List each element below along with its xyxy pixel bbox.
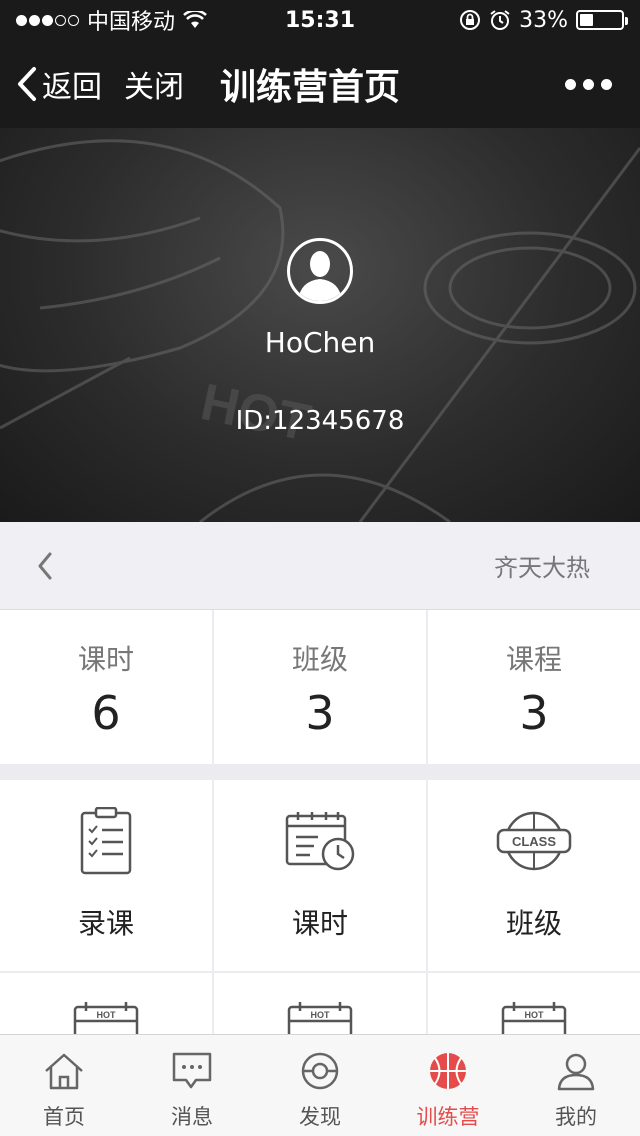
battery-fill — [580, 14, 594, 26]
signal-icon — [16, 14, 79, 26]
profile-header: HOT HoChen ID:12345678 — [0, 128, 640, 522]
message-icon — [172, 1052, 212, 1089]
user-silhouette-icon — [298, 251, 342, 301]
court-background: HOT — [0, 139, 640, 522]
battery-icon — [576, 10, 628, 30]
home-icon — [45, 1053, 83, 1090]
grid-item-hot-2[interactable]: HOT — [214, 973, 426, 1043]
stats-row: 课时 6 班级 3 课程 3 — [0, 610, 640, 764]
user-icon — [557, 1053, 595, 1091]
grid-item-lessons[interactable]: 课时 — [214, 780, 426, 971]
grid-item-label: 录课 — [77, 907, 134, 940]
page-title: 训练营首页 — [220, 67, 401, 108]
more-button[interactable] — [565, 78, 624, 90]
wifi-icon — [183, 11, 207, 28]
status-bar: 中国移动 15:31 33% — [0, 0, 640, 40]
battery-percent: 33% — [519, 7, 568, 33]
grid-item-classes[interactable]: CLASS 班级 — [428, 780, 640, 971]
stat-value: 3 — [519, 686, 549, 740]
stat-lessons[interactable]: 课时 6 — [0, 610, 214, 764]
status-left: 中国移动 — [16, 4, 207, 36]
hot-badge-text: HOT — [97, 1010, 117, 1020]
tab-me[interactable]: 我的 — [512, 1035, 640, 1136]
stat-value: 3 — [305, 686, 335, 740]
tab-label: 消息 — [171, 1105, 213, 1129]
clipboard-checklist-icon — [80, 807, 132, 875]
tab-label: 首页 — [43, 1105, 85, 1129]
nav-bar: 返回 关闭 训练营首页 — [0, 40, 640, 128]
feature-grid: 录课 课时 CLASS 班级 HOT HOT HOT — [0, 780, 640, 1043]
profile-name: HoChen — [264, 326, 376, 359]
avatar[interactable] — [287, 238, 353, 304]
close-button[interactable]: 关闭 — [124, 62, 184, 106]
carrier-label: 中国移动 — [87, 10, 176, 35]
tab-label: 我的 — [555, 1105, 597, 1129]
hot-badge-text: HOT — [311, 1010, 331, 1020]
grid-item-hot-1[interactable]: HOT — [0, 973, 212, 1043]
back-label: 返回 — [42, 70, 102, 105]
camp-switcher-bar: 齐天大热 — [0, 522, 640, 610]
status-right: 33% — [459, 7, 628, 33]
tab-training-camp[interactable]: 训练营 — [384, 1035, 512, 1136]
chevron-left-icon — [18, 67, 36, 101]
chevron-left-icon[interactable] — [36, 552, 54, 580]
back-button[interactable]: 返回 — [16, 62, 102, 106]
stat-classes[interactable]: 班级 3 — [214, 610, 428, 764]
class-basketball-icon: CLASS — [496, 811, 572, 871]
tab-messages[interactable]: 消息 — [128, 1035, 256, 1136]
discover-icon — [301, 1052, 339, 1090]
class-badge-text: CLASS — [512, 834, 556, 849]
stat-value: 6 — [91, 686, 121, 740]
basketball-icon — [430, 1053, 466, 1089]
hot-badge-text: HOT — [525, 1010, 545, 1020]
tab-bar: 首页 消息 发现 训练营 我的 — [0, 1034, 640, 1136]
grid-item-record-lesson[interactable]: 录课 — [0, 780, 212, 971]
rotation-lock-icon — [460, 10, 481, 30]
tab-discover[interactable]: 发现 — [256, 1035, 384, 1136]
stat-label: 班级 — [291, 643, 348, 676]
grid-item-label: 班级 — [505, 907, 562, 940]
grid-item-label: 课时 — [291, 907, 348, 940]
calendar-clock-icon — [285, 812, 355, 871]
camp-name[interactable]: 齐天大热 — [494, 548, 604, 583]
tab-home[interactable]: 首页 — [0, 1035, 128, 1136]
tab-label: 发现 — [299, 1105, 341, 1129]
stat-label: 课时 — [77, 643, 134, 676]
alarm-icon — [490, 10, 510, 30]
profile-id: ID:12345678 — [235, 406, 405, 436]
stat-label: 课程 — [505, 643, 562, 676]
tab-label: 训练营 — [416, 1105, 480, 1129]
grid-item-hot-3[interactable]: HOT — [428, 973, 640, 1043]
stat-courses[interactable]: 课程 3 — [428, 610, 640, 764]
